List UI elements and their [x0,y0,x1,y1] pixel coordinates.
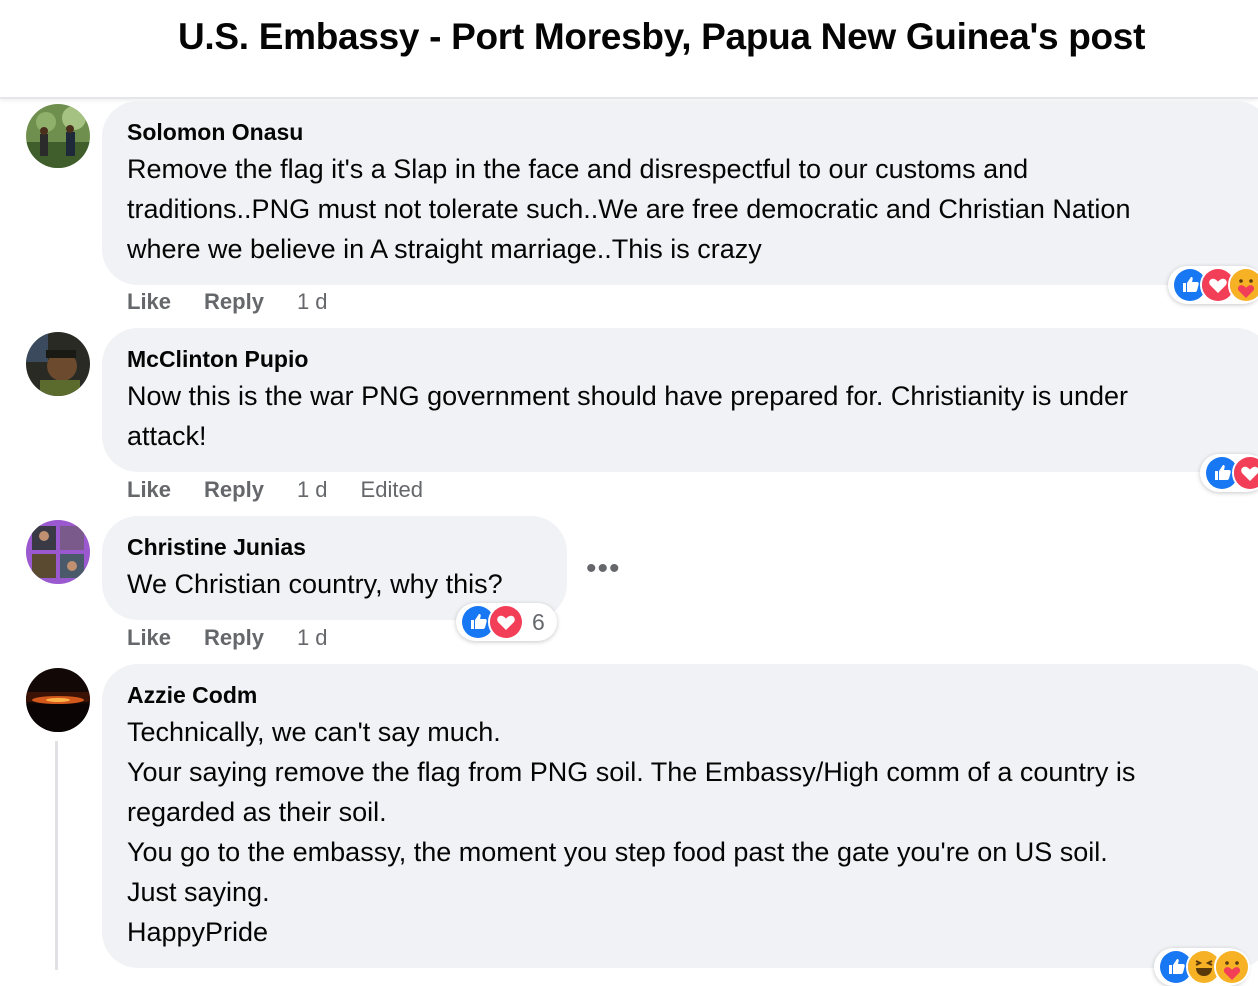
comment-text-line: We Christian country, why this? [127,569,503,599]
comment-text-line: attack! [127,421,207,451]
page-title: U.S. Embassy - Port Moresby, Papua New G… [178,16,1146,57]
more-options-icon[interactable]: ••• [586,552,621,586]
avatar[interactable] [26,520,90,584]
comment-text-line: Just saying. [127,877,270,907]
comment-text-line: where we believe in A straight marriage.… [127,234,762,264]
comment-text-line: You go to the embassy, the moment you st… [127,837,1108,867]
comment-bubble: Solomon Onasu Remove the flag it's a Sla… [102,101,1258,285]
comment-actions: Like Reply 1 d Edited [127,477,456,503]
reply-button[interactable]: Reply [204,477,264,503]
reactions-summary[interactable] [1168,266,1258,304]
comment-author[interactable]: Azzie Codm [127,678,1252,712]
avatar[interactable] [26,104,90,168]
like-button[interactable]: Like [127,477,171,503]
care-reaction-icon [1214,949,1250,985]
comment-bubble: McClinton Pupio Now this is the war PNG … [102,328,1258,472]
like-button[interactable]: Like [127,289,171,315]
avatar-photo [26,520,90,584]
reaction-count: 6 [532,608,545,635]
edited-label[interactable]: Edited [361,477,423,503]
comment-timestamp[interactable]: 1 d [297,625,328,651]
reactions-summary[interactable] [1154,948,1250,986]
comment-text-line: regarded as their soil. [127,797,387,827]
comment-text-line: Your saying remove the flag from PNG soi… [127,757,1136,787]
comment-text-line: HappyPride [127,917,269,947]
avatar[interactable] [26,332,90,396]
reactions-summary[interactable] [1200,454,1258,492]
avatar[interactable] [26,668,90,732]
avatar-photo [26,104,90,168]
love-reaction-icon [1232,455,1258,491]
comment-timestamp[interactable]: 1 d [297,289,328,315]
comment-author[interactable]: McClinton Pupio [127,342,1252,376]
avatar-photo [26,668,90,732]
post-header: U.S. Embassy - Port Moresby, Papua New G… [0,0,1258,99]
avatar-photo [26,332,90,396]
comment-actions: Like Reply 1 d [127,625,361,651]
reply-button[interactable]: Reply [204,625,264,651]
like-button[interactable]: Like [127,625,171,651]
comment-text-line: Technically, we can't say much. [127,717,501,747]
comment-bubble: Azzie Codm Technically, we can't say muc… [102,664,1258,968]
reactions-summary[interactable]: 6 [456,603,557,641]
comment-text-line: Remove the flag it's a Slap in the face … [127,154,1029,184]
reply-button[interactable]: Reply [204,289,264,315]
comment-author[interactable]: Solomon Onasu [127,115,1252,149]
comment-author[interactable]: Christine Junias [127,530,547,564]
care-reaction-icon [1228,267,1258,303]
love-reaction-icon [488,604,524,640]
comment-text-line: Now this is the war PNG government shoul… [127,381,1128,411]
comment-actions: Like Reply 1 d [127,289,361,315]
comment-text-line: traditions..PNG must not tolerate such..… [127,194,1131,224]
comment-timestamp[interactable]: 1 d [297,477,328,503]
thread-connector [55,741,58,970]
